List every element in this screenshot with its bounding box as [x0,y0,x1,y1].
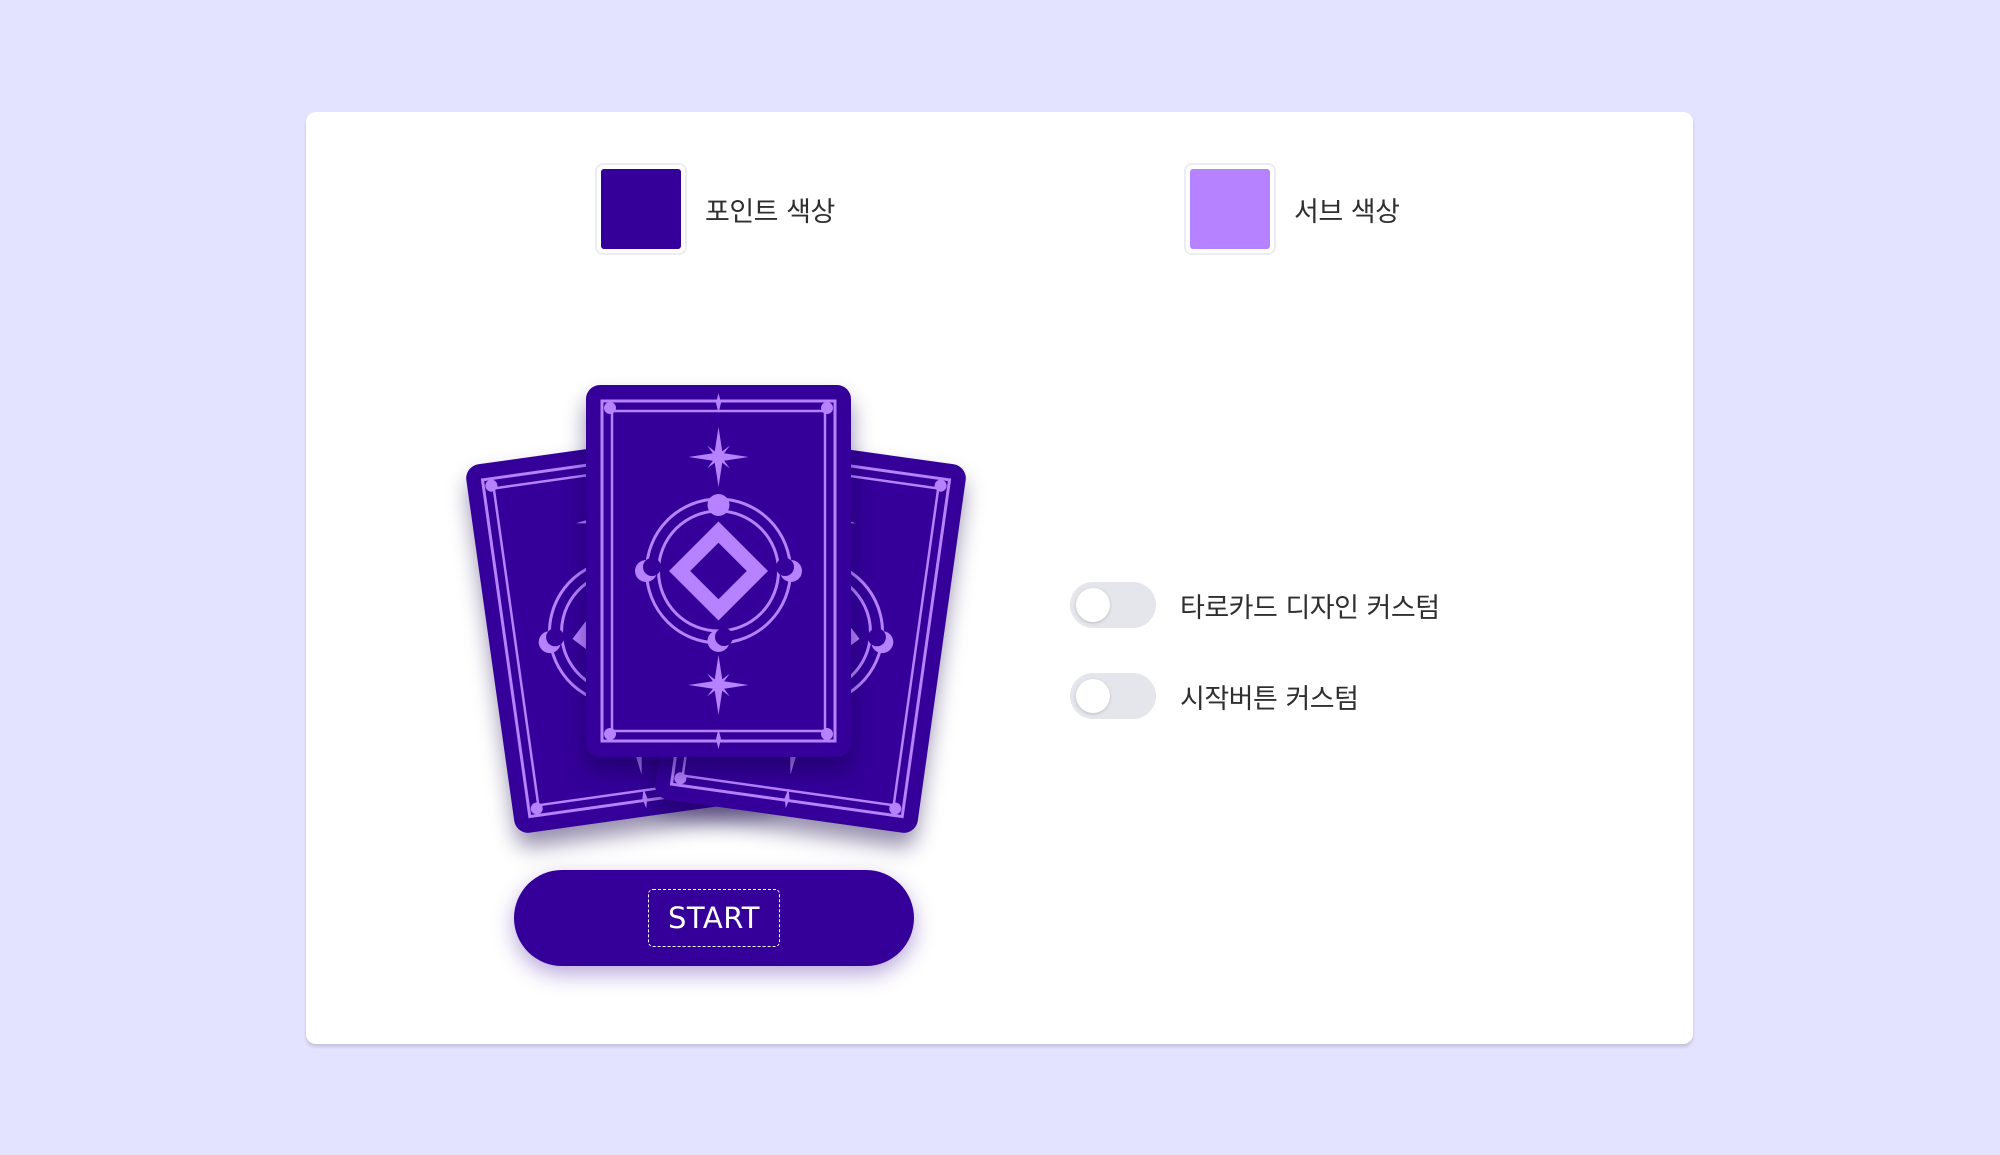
start-button-toggle[interactable] [1070,673,1156,719]
point-color-label: 포인트 색상 [705,196,835,228]
settings-panel: 포인트 색상 서브 색상 START 타로카드 디자인 커스텀 시작버튼 커스텀 [306,112,1693,1044]
sub-color-picker[interactable]: 서브 색상 [1184,163,1400,255]
tarot-design-toggle-label: 타로카드 디자인 커스텀 [1180,592,1440,624]
start-button-toggle-row: 시작버튼 커스텀 [1070,673,1359,719]
start-button-label: START [648,889,780,947]
toggle-knob [1076,679,1110,713]
toggle-knob [1076,588,1110,622]
start-button[interactable]: START [514,870,914,966]
start-button-toggle-label: 시작버튼 커스텀 [1180,683,1359,715]
point-color-swatch-button[interactable] [595,163,687,255]
tarot-card-icon [586,385,851,757]
point-color-picker[interactable]: 포인트 색상 [595,163,835,255]
point-color-swatch [601,169,681,249]
sub-color-label: 서브 색상 [1294,196,1400,228]
tarot-design-toggle[interactable] [1070,582,1156,628]
sub-color-swatch [1190,169,1270,249]
sub-color-swatch-button[interactable] [1184,163,1276,255]
tarot-card-preview [451,380,971,900]
tarot-design-toggle-row: 타로카드 디자인 커스텀 [1070,582,1440,628]
